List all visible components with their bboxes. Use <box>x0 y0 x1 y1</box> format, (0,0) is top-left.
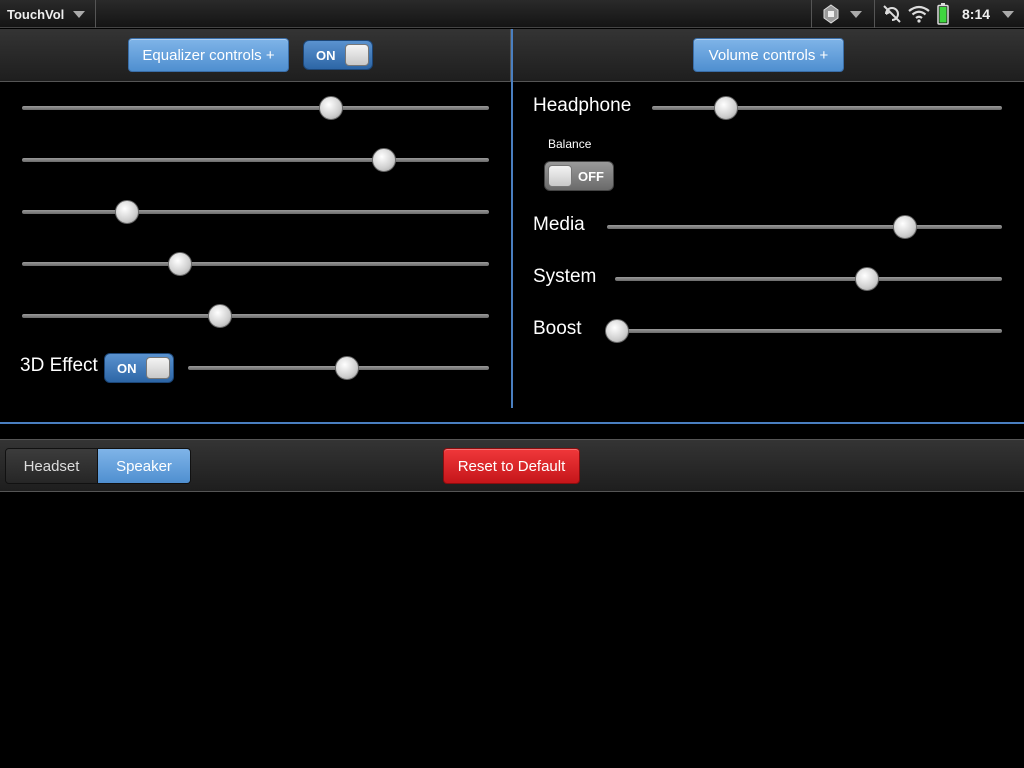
slider-thumb[interactable] <box>713 96 738 120</box>
rotation-lock-icon <box>883 5 901 23</box>
system-slider[interactable] <box>615 267 1002 291</box>
clock: 8:14 <box>962 6 991 22</box>
slider-thumb[interactable] <box>371 148 396 172</box>
reset-to-default-button[interactable]: Reset to Default <box>443 448 580 484</box>
equalizer-toggle[interactable]: ON <box>303 40 373 70</box>
headphone-label: Headphone <box>533 95 632 116</box>
status-bar: TouchVol 8:14 <box>0 0 1024 28</box>
slider-thumb[interactable] <box>168 252 193 276</box>
speaker-tab[interactable]: Speaker <box>98 449 190 483</box>
toggle-knob <box>548 165 572 187</box>
headphone-slider[interactable] <box>652 96 1002 120</box>
section-divider <box>0 422 1024 424</box>
slider-track <box>605 329 1002 333</box>
slider-track <box>22 314 489 318</box>
slider-track <box>652 106 1002 110</box>
system-menu[interactable]: 8:14 <box>876 0 1024 28</box>
toggle-label: ON <box>316 48 336 63</box>
output-selector: Headset Speaker <box>5 448 191 484</box>
chevron-down-icon <box>73 11 85 18</box>
battery-icon <box>937 3 949 25</box>
toggle-knob <box>345 44 369 66</box>
slider-track <box>615 277 1002 281</box>
slider-track <box>22 210 489 214</box>
slider-thumb[interactable] <box>318 96 343 120</box>
3d-effect-label: 3D Effect <box>20 355 98 376</box>
app-menu[interactable]: TouchVol <box>0 0 96 28</box>
boost-slider[interactable] <box>605 319 1002 343</box>
slider-thumb[interactable] <box>605 319 629 343</box>
chevron-down-icon <box>850 11 862 18</box>
slider-track <box>607 225 1002 229</box>
slider-track <box>22 158 489 162</box>
panel-divider <box>511 29 513 408</box>
eq-band-slider[interactable] <box>22 96 489 120</box>
notification-menu[interactable] <box>811 0 875 28</box>
bottom-toolbar: Headset Speaker Reset to Default <box>0 439 1024 492</box>
chevron-down-icon <box>1002 11 1014 18</box>
balance-label: Balance <box>548 137 592 151</box>
toggle-knob <box>146 357 170 379</box>
slider-thumb[interactable] <box>854 267 879 291</box>
slider-track <box>22 262 489 266</box>
toggle-label: OFF <box>578 169 604 184</box>
slider-thumb[interactable] <box>892 215 917 239</box>
equalizer-controls-button[interactable]: Equalizer controls + <box>128 38 289 72</box>
eq-band-slider[interactable] <box>22 148 489 172</box>
slider-thumb[interactable] <box>334 356 359 380</box>
media-label: Media <box>533 214 585 235</box>
app-name: TouchVol <box>7 6 65 22</box>
eq-band-slider[interactable] <box>22 200 489 224</box>
boost-label: Boost <box>533 318 582 339</box>
system-label: System <box>533 266 597 287</box>
3d-effect-toggle[interactable]: ON <box>104 353 174 383</box>
notification-icon <box>823 4 839 24</box>
slider-track <box>22 106 489 110</box>
toggle-label: ON <box>117 361 137 376</box>
3d-effect-slider[interactable] <box>188 356 489 380</box>
headset-tab[interactable]: Headset <box>6 449 98 483</box>
slider-thumb[interactable] <box>115 200 140 224</box>
eq-band-slider[interactable] <box>22 304 489 328</box>
slider-thumb[interactable] <box>208 304 233 328</box>
balance-toggle[interactable]: OFF <box>544 161 614 191</box>
wifi-icon <box>908 5 930 23</box>
eq-band-slider[interactable] <box>22 252 489 276</box>
volume-controls-button[interactable]: Volume controls + <box>693 38 844 72</box>
media-slider[interactable] <box>607 215 1002 239</box>
